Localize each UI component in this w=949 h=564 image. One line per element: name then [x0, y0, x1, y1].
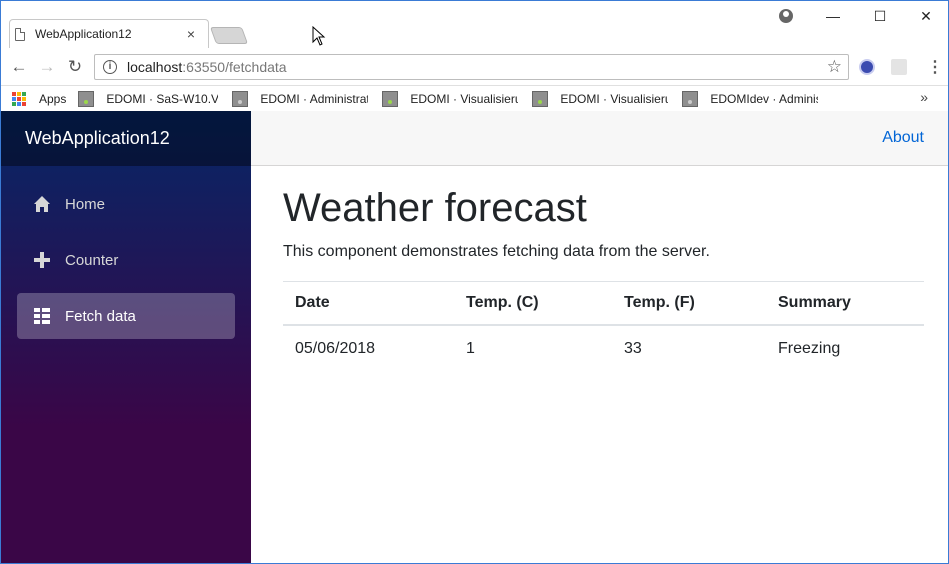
sidebar: WebApplication12 Home Counter Fetch data: [1, 111, 251, 563]
apps-grid-icon[interactable]: [12, 91, 26, 106]
extension-icon[interactable]: [891, 59, 907, 75]
sidebar-item-fetch-data[interactable]: Fetch data: [17, 293, 235, 339]
favicon-icon: [532, 90, 549, 107]
maximize-button[interactable]: ☐: [865, 5, 895, 27]
title-bar: WebApplication12 × — ☐ ✕: [1, 1, 948, 49]
column-header-date: Date: [283, 281, 454, 326]
page-description: This component demonstrates fetching dat…: [283, 243, 710, 260]
app-root: WebApplication12 Home Counter Fetch data…: [1, 111, 948, 563]
sidebar-nav: Home Counter Fetch data: [1, 166, 251, 339]
browser-tab-content[interactable]: WebApplication12 ×: [15, 20, 205, 48]
top-row: About: [251, 111, 948, 166]
bookmark-apps[interactable]: Apps: [39, 92, 66, 106]
list-icon: [34, 308, 50, 324]
sidebar-item-label: Home: [65, 195, 106, 213]
cell-summary: Freezing: [778, 340, 841, 357]
url-path: :63550/fetchdata: [182, 59, 287, 75]
reload-button[interactable]: ↻: [64, 56, 86, 78]
page-content: Weather forecast This component demonstr…: [251, 166, 948, 370]
page-icon: [15, 27, 25, 41]
new-tab-button[interactable]: [209, 27, 249, 44]
favicon-icon: [382, 90, 399, 107]
more-bookmarks-icon[interactable]: »: [920, 89, 928, 105]
brand-bar: WebApplication12: [1, 111, 251, 166]
forward-button[interactable]: →: [36, 56, 58, 78]
bookmark-item[interactable]: EDOMI · SaS-W10.Vi: [78, 90, 218, 107]
info-icon[interactable]: i: [103, 60, 117, 74]
address-bar[interactable]: i localhost:63550/fetchdata ☆: [94, 54, 849, 80]
minimize-button[interactable]: —: [818, 5, 848, 27]
table-header-row: Date Temp. (C) Temp. (F) Summary: [283, 281, 924, 326]
cell-temp-f: 33: [624, 340, 642, 357]
sidebar-item-home[interactable]: Home: [17, 181, 235, 227]
app-brand[interactable]: WebApplication12: [25, 128, 170, 149]
browser-window: WebApplication12 × — ☐ ✕ ← → ↻ i localho…: [0, 0, 949, 564]
cell-temp-c: 1: [466, 340, 475, 357]
sidebar-item-counter[interactable]: Counter: [17, 237, 235, 283]
profile-icon[interactable]: [779, 9, 793, 23]
sidebar-item-label: Counter: [65, 251, 119, 269]
mouse-cursor-icon: [312, 26, 326, 46]
bookmark-item[interactable]: EDOMIdev · Adminis: [682, 90, 818, 107]
tab-title: WebApplication12: [35, 27, 132, 41]
bookmarks-bar: Apps EDOMI · SaS-W10.Vi EDOMI · Administ…: [1, 86, 948, 111]
extension-icon[interactable]: [859, 59, 875, 75]
column-header-summary: Summary: [766, 281, 924, 326]
main-content: About Weather forecast This component de…: [251, 111, 948, 563]
column-header-temp-f: Temp. (F): [612, 281, 766, 326]
close-window-button[interactable]: ✕: [911, 5, 941, 27]
forecast-table: Date Temp. (C) Temp. (F) Summary 05/06/2…: [283, 281, 924, 370]
table-row: 05/06/2018 1 33 Freezing: [283, 325, 924, 370]
url-host: localhost: [127, 59, 183, 75]
browser-menu-icon[interactable]: ⋮: [927, 57, 943, 77]
tab-close-icon[interactable]: ×: [183, 26, 199, 42]
plus-icon: [34, 252, 50, 268]
browser-toolbar: ← → ↻ i localhost:63550/fetchdata ☆ ⋮: [1, 48, 948, 86]
cell-date: 05/06/2018: [295, 340, 376, 357]
favicon-icon: [232, 90, 249, 107]
home-icon: [34, 196, 50, 212]
sidebar-item-label: Fetch data: [65, 307, 136, 325]
bookmark-item[interactable]: EDOMI · Administrat: [232, 90, 368, 107]
bookmark-star-icon[interactable]: ☆: [827, 57, 842, 77]
about-link[interactable]: About: [882, 129, 924, 147]
bookmark-item[interactable]: EDOMI · Visualisierun: [532, 90, 668, 107]
back-button[interactable]: ←: [8, 56, 30, 78]
favicon-icon: [78, 90, 95, 107]
favicon-icon: [682, 90, 699, 107]
column-header-temp-c: Temp. (C): [454, 281, 612, 326]
bookmark-item[interactable]: EDOMI · Visualisierun: [382, 90, 518, 107]
page-title: Weather forecast: [283, 186, 587, 230]
